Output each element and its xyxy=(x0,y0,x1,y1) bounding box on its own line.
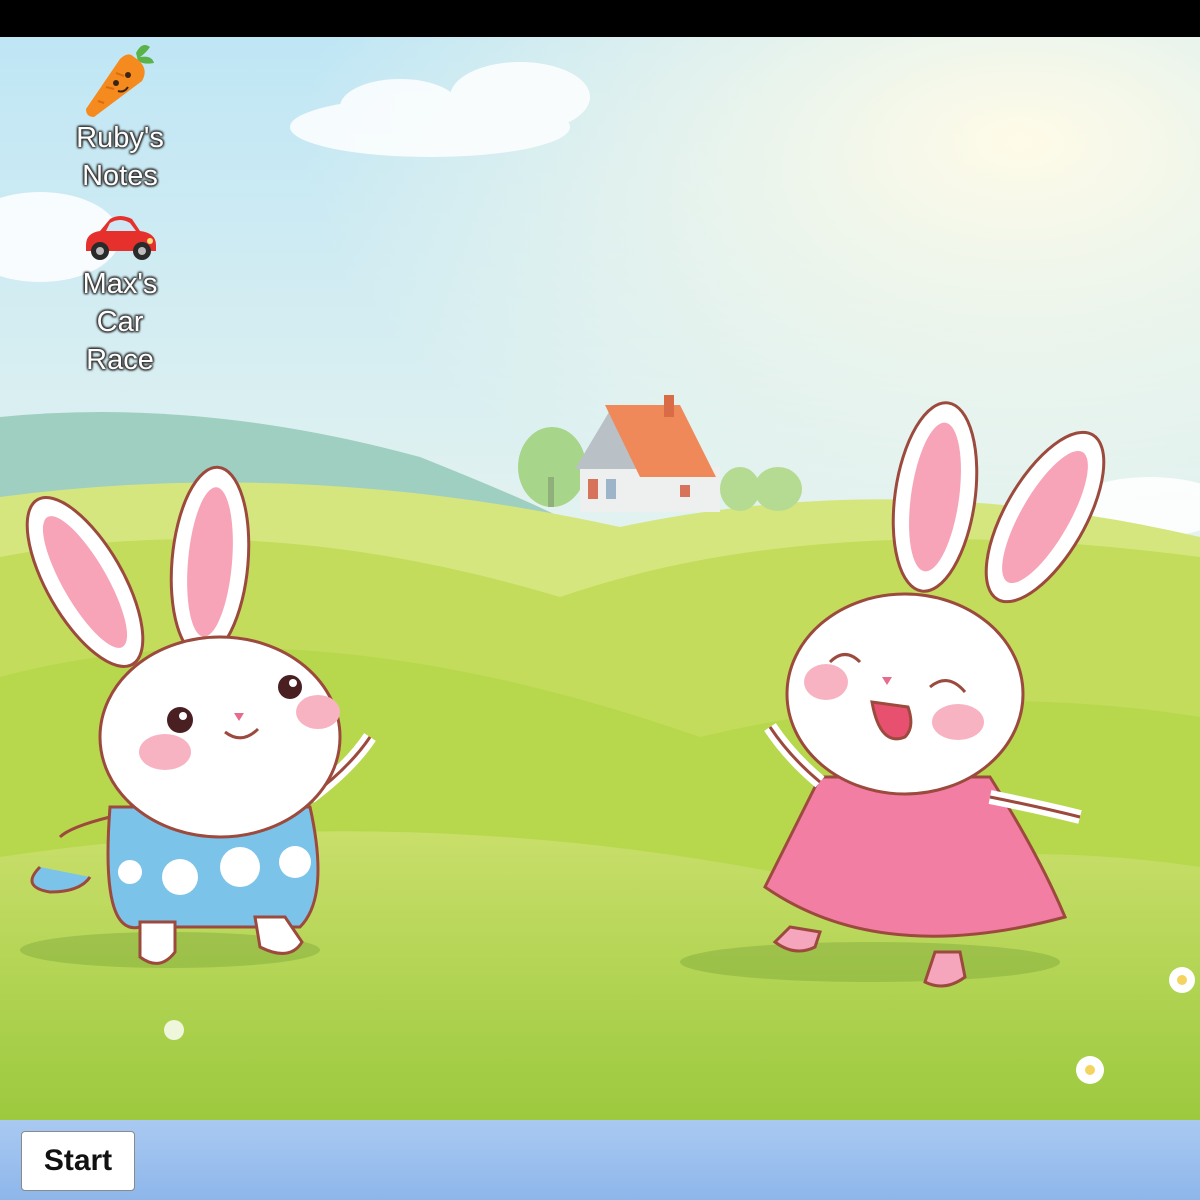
desktop: Ruby's Notes Max's Car Race xyxy=(0,37,1200,1120)
desktop-icon-label: Max's Car Race xyxy=(82,268,158,376)
tree-cluster-left xyxy=(518,427,586,507)
desktop-icon-rubys-notes[interactable]: Ruby's Notes xyxy=(65,39,175,195)
taskbar: Start xyxy=(0,1120,1200,1200)
desktop-icon-maxs-car-race[interactable]: Max's Car Race xyxy=(65,209,175,379)
tree-cluster-right xyxy=(720,467,802,511)
start-button[interactable]: Start xyxy=(21,1131,135,1191)
top-black-bar xyxy=(0,0,1200,37)
carrot-icon xyxy=(86,45,154,117)
wallpaper-bunnies-meadow xyxy=(0,37,1200,1120)
red-car-icon xyxy=(86,216,156,260)
desktop-icon-label: Ruby's Notes xyxy=(76,122,164,192)
